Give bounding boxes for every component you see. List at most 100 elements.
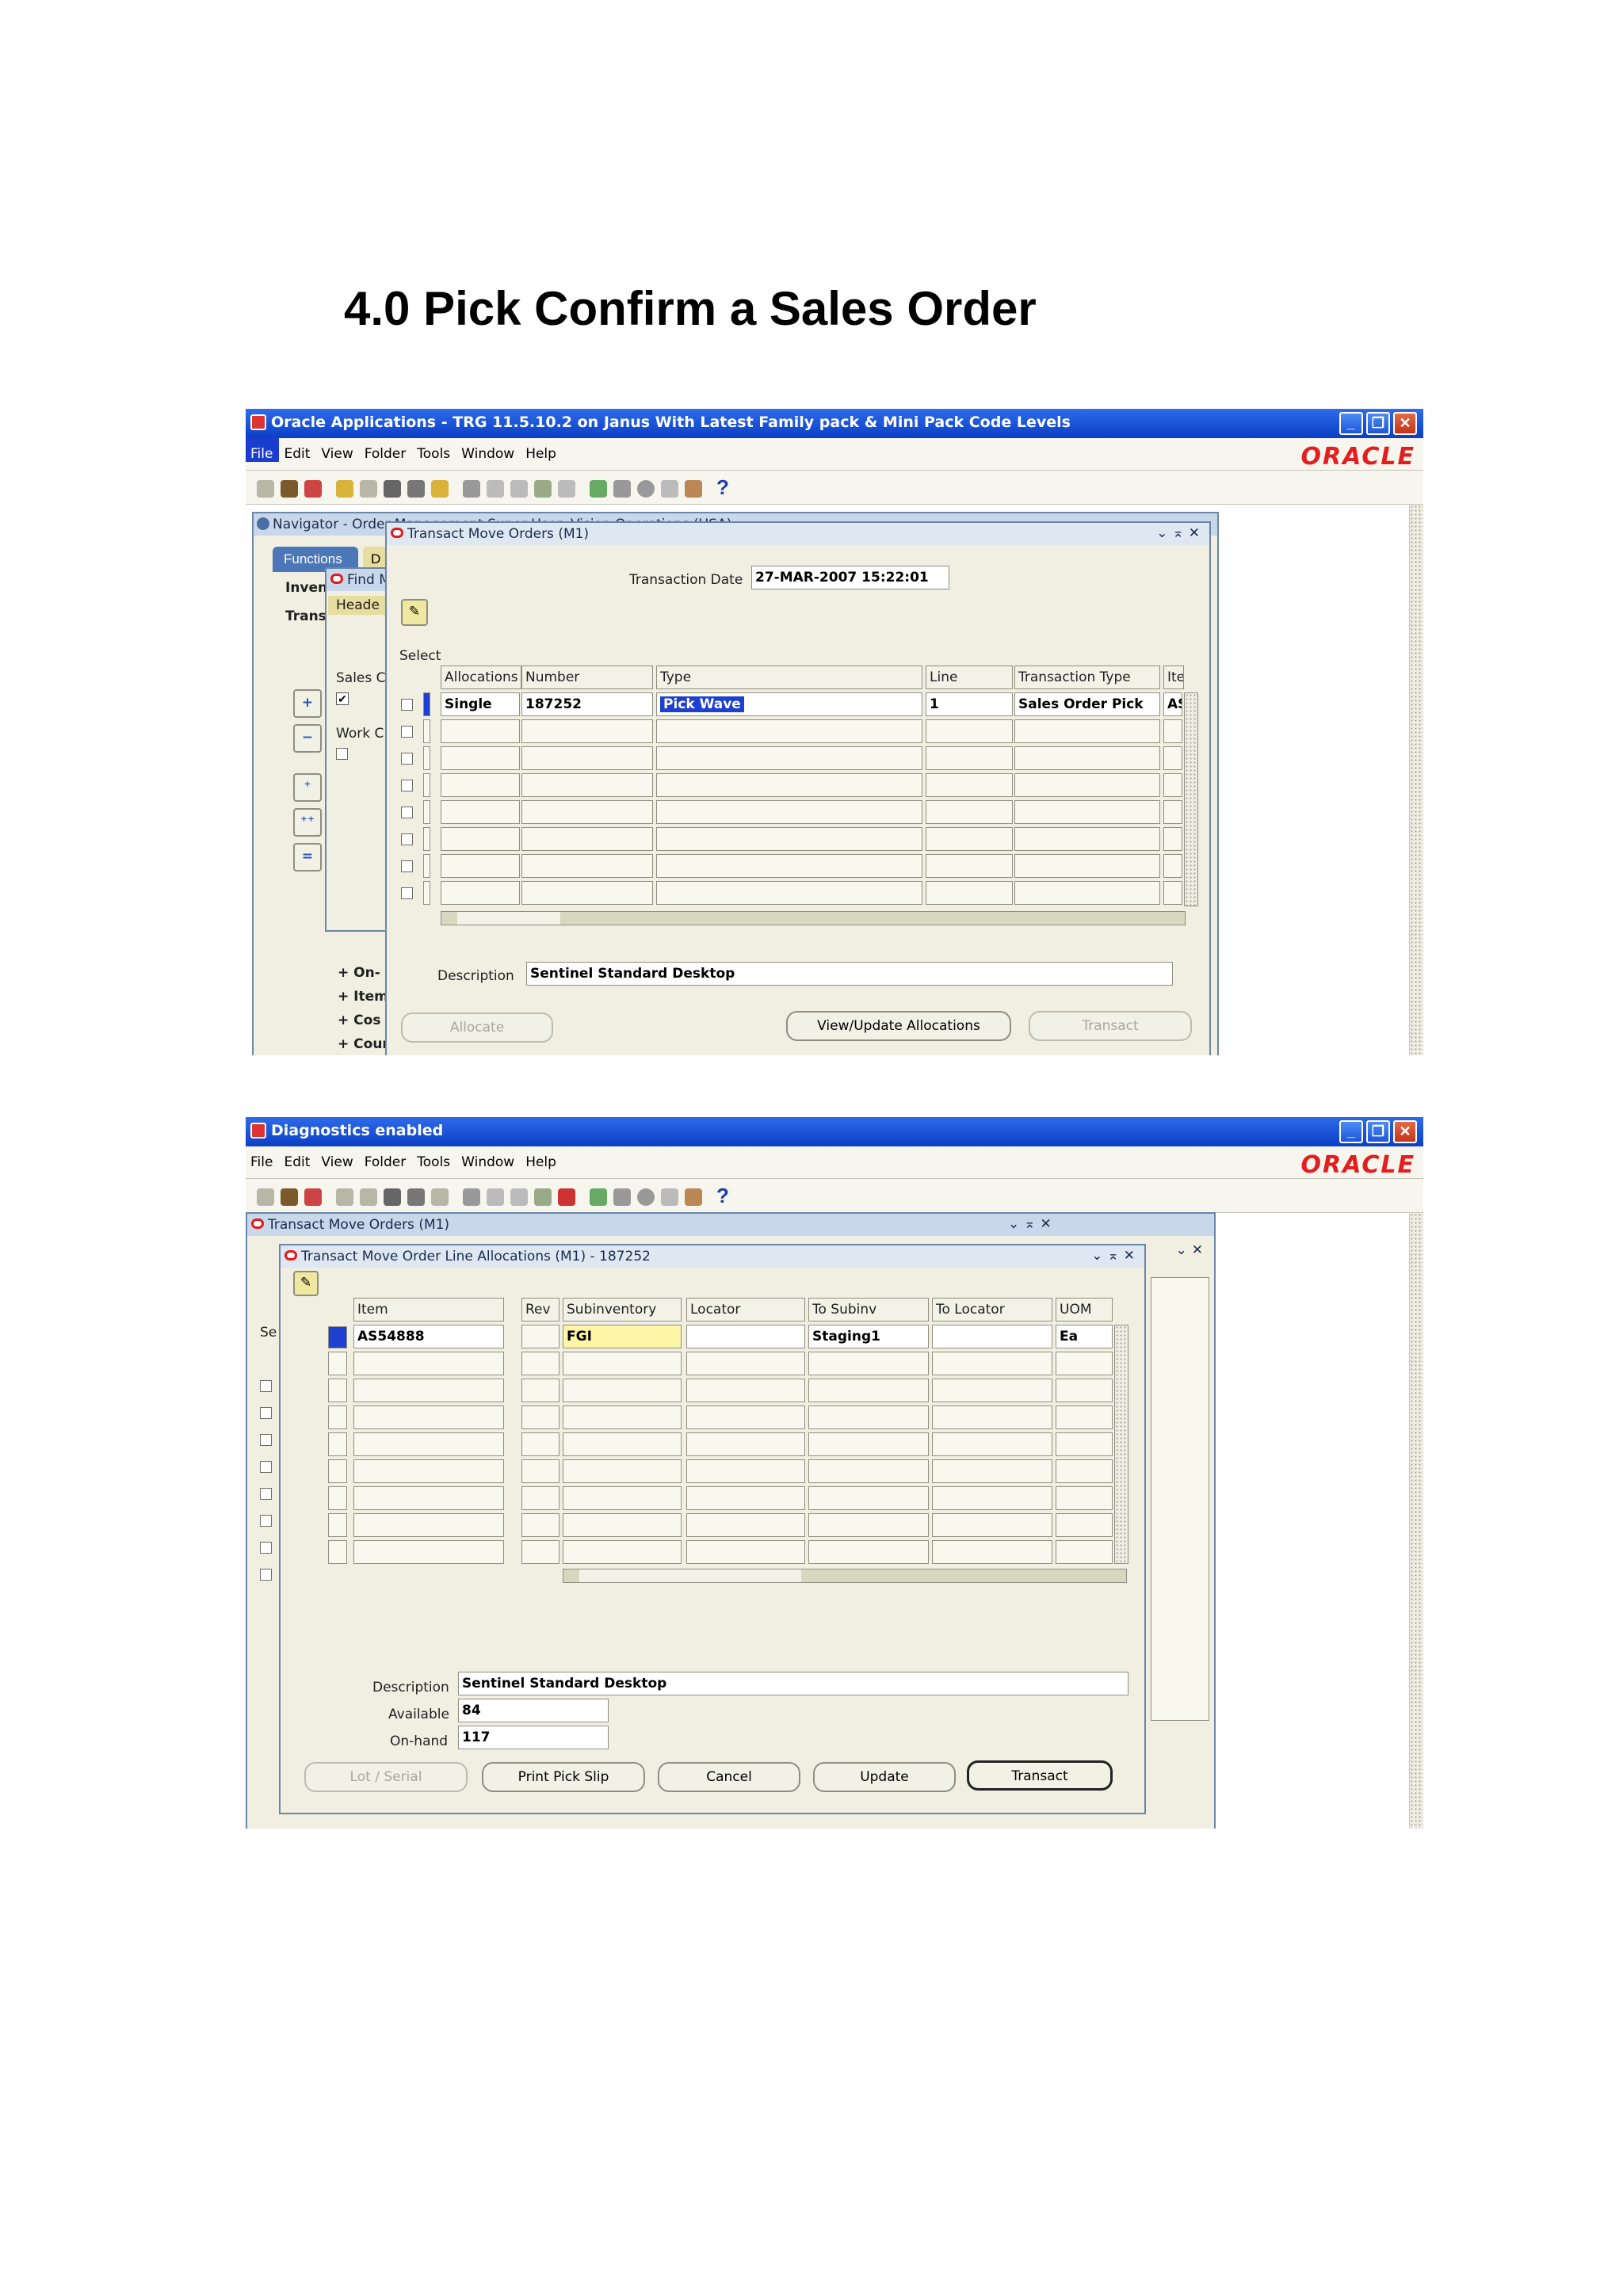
item-field[interactable] [1163,881,1182,905]
save-icon[interactable] [336,480,353,498]
row-indicator[interactable] [328,1459,347,1483]
window-controls[interactable]: ⌄⌅✕ [1091,1248,1140,1264]
print-icon[interactable] [407,1188,425,1206]
close-button[interactable]: ✕ [1393,412,1417,435]
subinventory-field[interactable] [563,1540,682,1564]
transaction-type-field[interactable] [1014,854,1160,878]
item-field[interactable] [353,1513,504,1537]
cut-icon[interactable] [463,480,480,498]
translations-icon[interactable] [637,480,655,498]
allocations-field[interactable] [441,854,520,878]
window-controls-right[interactable]: ⌄✕ [1176,1242,1209,1258]
line-field[interactable] [926,719,1013,743]
allocations-field[interactable] [441,773,520,797]
view-update-allocations-button[interactable]: View/Update Allocations [786,1011,1011,1041]
uom-field[interactable]: Ea [1056,1325,1113,1348]
row-indicator[interactable] [423,800,430,824]
locator-field[interactable] [686,1352,805,1375]
subinventory-field[interactable] [563,1405,682,1429]
row-select-checkbox[interactable] [260,1461,272,1473]
row-select-checkbox[interactable] [401,807,413,818]
locator-field[interactable] [686,1405,805,1429]
print-icon[interactable] [407,480,425,498]
next-step-icon[interactable] [360,1188,377,1206]
row-select-checkbox[interactable] [260,1434,272,1446]
to-locator-field[interactable] [932,1459,1052,1483]
transact-button[interactable]: Transact [967,1760,1113,1791]
row-indicator[interactable] [328,1326,347,1348]
locator-field[interactable] [686,1540,805,1564]
item-field[interactable]: AS54888 [353,1325,504,1348]
allocations-field[interactable] [441,746,520,770]
folder-icon[interactable]: ✎ [401,599,428,626]
allocations-field[interactable] [441,827,520,851]
to-subinv-field[interactable]: Staging1 [808,1325,929,1348]
uom-field[interactable] [1056,1486,1113,1510]
table-horizontal-scrollbar[interactable] [563,1569,1127,1583]
find-icon[interactable] [281,1188,298,1206]
row-select-checkbox[interactable] [401,699,413,711]
number-field[interactable] [521,881,653,905]
row-select-checkbox[interactable] [260,1569,272,1581]
expand-button[interactable]: + [293,689,322,718]
row-select-checkbox[interactable] [260,1488,272,1500]
edit-field-icon[interactable] [590,480,607,498]
line-field[interactable] [926,881,1013,905]
transaction-type-field[interactable] [1014,746,1160,770]
row-indicator[interactable] [328,1379,347,1402]
menu-tools[interactable]: Tools [412,438,456,462]
item-field[interactable] [1163,854,1182,878]
subinventory-field[interactable]: FGI [563,1325,682,1348]
scroll-thumb[interactable] [457,912,560,925]
menu-help[interactable]: Help [521,438,563,462]
close-form-icon[interactable] [431,480,449,498]
item-field[interactable] [353,1352,504,1375]
to-subinv-field[interactable] [808,1459,929,1483]
subinventory-field[interactable] [563,1432,682,1456]
item-field[interactable] [1163,800,1182,824]
item-field[interactable] [353,1459,504,1483]
to-subinv-field[interactable] [808,1540,929,1564]
delete-icon[interactable] [558,480,575,498]
allocations-field[interactable] [441,881,520,905]
line-field[interactable] [926,773,1013,797]
row-indicator[interactable] [423,854,430,878]
row-select-checkbox[interactable] [401,753,413,765]
menu-edit[interactable]: Edit [279,438,316,462]
uom-field[interactable] [1056,1352,1113,1375]
edit-field-icon[interactable] [590,1188,607,1206]
rev-field[interactable] [521,1486,559,1510]
transact-button[interactable]: Transact [1029,1011,1192,1041]
number-field[interactable] [521,746,653,770]
number-field[interactable] [521,719,653,743]
tree-item[interactable]: + Cos [338,1013,380,1028]
expand-branch-button[interactable]: ⁺ [293,773,322,802]
copy-icon[interactable] [487,1188,504,1206]
menu-help[interactable]: Help [521,1146,563,1170]
row-select-checkbox[interactable] [260,1407,272,1419]
subinventory-field[interactable] [563,1379,682,1402]
number-field[interactable] [521,773,653,797]
allocate-button[interactable]: Allocate [401,1013,553,1043]
uom-field[interactable] [1056,1540,1113,1564]
menu-file[interactable]: File [246,438,280,462]
delete-icon[interactable] [558,1188,575,1206]
type-field[interactable] [656,719,922,743]
to-subinv-field[interactable] [808,1432,929,1456]
item-field[interactable] [353,1379,504,1402]
to-subinv-field[interactable] [808,1405,929,1429]
to-locator-field[interactable] [932,1352,1052,1375]
rev-field[interactable] [521,1325,559,1348]
row-indicator[interactable] [328,1432,347,1456]
row-indicator[interactable] [423,746,430,770]
item-field[interactable] [353,1540,504,1564]
rev-field[interactable] [521,1405,559,1429]
subinventory-field[interactable] [563,1459,682,1483]
row-indicator[interactable] [423,881,430,905]
number-field[interactable]: 187252 [521,692,653,716]
menu-folder[interactable]: Folder [360,438,413,462]
row-select-checkbox[interactable] [401,887,413,899]
workspace-scrollbar[interactable] [1409,505,1423,1055]
restore-button[interactable]: ❐ [1366,1120,1390,1143]
transaction-date-field[interactable]: 27-MAR-2007 15:22:01 [751,566,949,589]
